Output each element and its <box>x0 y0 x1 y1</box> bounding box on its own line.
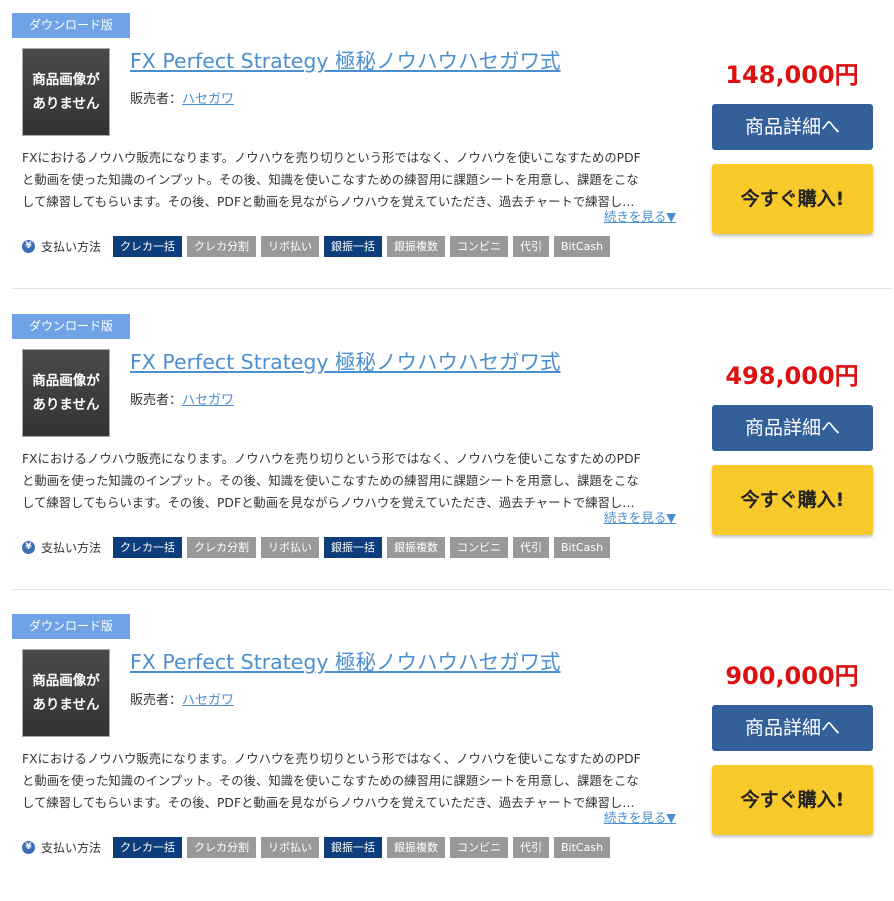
product-detail-button[interactable]: 商品詳細へ <box>712 405 873 451</box>
thumbnail-text-line2: ありません <box>32 397 100 413</box>
buy-now-button[interactable]: 今すぐ購入! <box>712 765 873 835</box>
description-line: して練習してもらいます。その後、PDFと動画を見ながらノウハウを覚えていただき、… <box>22 496 635 510</box>
payment-method-tag: クレカ分割 <box>187 236 257 257</box>
payment-method-tag: クレカ分割 <box>187 537 257 558</box>
thumbnail-text-line1: 商品画像が <box>32 72 100 88</box>
description-line: と動画を使った知識のインプット。その後、知識を使いこなすための練習用に課題シート… <box>22 474 639 488</box>
seller-label: 販売者： <box>130 92 183 107</box>
payment-method-tag: BitCash <box>554 236 611 257</box>
description-line: と動画を使った知識のインプット。その後、知識を使いこなすための練習用に課題シート… <box>22 173 639 187</box>
description-line: して練習してもらいます。その後、PDFと動画を見ながらノウハウを覚えていただき、… <box>22 796 635 810</box>
payment-method-tag: コンビニ <box>450 837 509 858</box>
payment-method-tag: 銀振複数 <box>387 236 446 257</box>
payment-method-tag: 代引 <box>513 537 550 558</box>
payment-method-tag: コンビニ <box>450 236 509 257</box>
price: 900,000円 <box>725 662 859 690</box>
payment-method-tag: クレカ一括 <box>113 837 183 858</box>
yen-icon: ¥ <box>22 541 35 554</box>
description-line: FXにおけるノウハウ販売になります。ノウハウを売り切りという形ではなく、ノウハウ… <box>22 151 641 165</box>
seller-label: 販売者： <box>130 393 183 408</box>
product-title-link[interactable]: FX Perfect Strategy 極秘ノウハウハセガワ式 <box>130 44 690 74</box>
seller-link[interactable]: ハセガワ <box>182 693 234 708</box>
download-badge: ダウンロード版 <box>12 614 130 639</box>
payment-method-tag: クレカ分割 <box>187 837 257 858</box>
payment-label: 支払い方法 <box>41 240 102 254</box>
item-divider <box>12 589 892 590</box>
product-title-link[interactable]: FX Perfect Strategy 極秘ノウハウハセガワ式 <box>130 645 690 675</box>
payment-method-tag: BitCash <box>554 837 611 858</box>
seller-link[interactable]: ハセガワ <box>182 92 234 107</box>
price: 498,000円 <box>725 362 859 390</box>
seller: 販売者：ハセガワ <box>130 88 234 107</box>
payment-method-tag: 銀振一括 <box>324 236 383 257</box>
buy-now-button[interactable]: 今すぐ購入! <box>712 164 873 234</box>
product-item: ダウンロード版 商品画像が ありません FX Perfect Strategy … <box>0 301 894 601</box>
seller-label: 販売者： <box>130 693 183 708</box>
thumbnail-text-line2: ありません <box>32 96 100 112</box>
seller: 販売者：ハセガワ <box>130 389 234 408</box>
product-description: FXにおけるノウハウ販売になります。ノウハウを売り切りという形ではなく、ノウハウ… <box>22 748 680 814</box>
payment-method-tag: リボ払い <box>261 236 320 257</box>
product-item: ダウンロード版 商品画像が ありません FX Perfect Strategy … <box>0 601 894 901</box>
payment-method-tag: コンビニ <box>450 537 509 558</box>
payment-method-tag: 代引 <box>513 837 550 858</box>
no-image-thumbnail[interactable]: 商品画像が ありません <box>22 349 110 437</box>
download-badge: ダウンロード版 <box>12 314 130 339</box>
description-line: と動画を使った知識のインプット。その後、知識を使いこなすための練習用に課題シート… <box>22 774 639 788</box>
payment-method-tag: リボ払い <box>261 537 320 558</box>
yen-icon: ¥ <box>22 841 35 854</box>
payment-method-tag: リボ払い <box>261 837 320 858</box>
seller: 販売者：ハセガワ <box>130 689 234 708</box>
payment-method-tag: クレカ一括 <box>113 236 183 257</box>
thumbnail-text-line1: 商品画像が <box>32 373 100 389</box>
read-more-link[interactable]: 続きを見る▼ <box>604 206 676 225</box>
product-title-link[interactable]: FX Perfect Strategy 極秘ノウハウハセガワ式 <box>130 345 690 375</box>
no-image-thumbnail[interactable]: 商品画像が ありません <box>22 48 110 136</box>
product-item: ダウンロード版 商品画像が ありません FX Perfect Strategy … <box>0 0 894 300</box>
no-image-thumbnail[interactable]: 商品画像が ありません <box>22 649 110 737</box>
download-badge: ダウンロード版 <box>12 13 130 38</box>
seller-link[interactable]: ハセガワ <box>182 393 234 408</box>
thumbnail-text-line1: 商品画像が <box>32 673 100 689</box>
description-line: FXにおけるノウハウ販売になります。ノウハウを売り切りという形ではなく、ノウハウ… <box>22 452 641 466</box>
payment-method-tag: 銀振複数 <box>387 837 446 858</box>
payment-methods: ¥ 支払い方法 クレカ一括 クレカ分割 リボ払い 銀振一括 銀振複数 コンビニ 代引 BitC… <box>22 537 615 558</box>
description-line: して練習してもらいます。その後、PDFと動画を見ながらノウハウを覚えていただき、… <box>22 195 635 209</box>
thumbnail-text-line2: ありません <box>32 697 100 713</box>
item-divider <box>12 288 892 289</box>
yen-icon: ¥ <box>22 240 35 253</box>
payment-method-tag: 代引 <box>513 236 550 257</box>
payment-methods: ¥ 支払い方法 クレカ一括 クレカ分割 リボ払い 銀振一括 銀振複数 コンビニ 代引 BitC… <box>22 236 615 257</box>
price: 148,000円 <box>725 61 859 89</box>
read-more-link[interactable]: 続きを見る▼ <box>604 807 676 826</box>
product-description: FXにおけるノウハウ販売になります。ノウハウを売り切りという形ではなく、ノウハウ… <box>22 448 680 514</box>
payment-method-tag: 銀振一括 <box>324 837 383 858</box>
description-line: FXにおけるノウハウ販売になります。ノウハウを売り切りという形ではなく、ノウハウ… <box>22 752 641 766</box>
payment-method-tag: 銀振一括 <box>324 537 383 558</box>
payment-label: 支払い方法 <box>41 541 102 555</box>
product-detail-button[interactable]: 商品詳細へ <box>712 705 873 751</box>
payment-label: 支払い方法 <box>41 841 102 855</box>
payment-method-tag: クレカ一括 <box>113 537 183 558</box>
product-detail-button[interactable]: 商品詳細へ <box>712 104 873 150</box>
buy-now-button[interactable]: 今すぐ購入! <box>712 465 873 535</box>
payment-methods: ¥ 支払い方法 クレカ一括 クレカ分割 リボ払い 銀振一括 銀振複数 コンビニ 代引 BitC… <box>22 837 615 858</box>
read-more-link[interactable]: 続きを見る▼ <box>604 507 676 526</box>
payment-method-tag: 銀振複数 <box>387 537 446 558</box>
payment-method-tag: BitCash <box>554 537 611 558</box>
product-description: FXにおけるノウハウ販売になります。ノウハウを売り切りという形ではなく、ノウハウ… <box>22 147 680 213</box>
